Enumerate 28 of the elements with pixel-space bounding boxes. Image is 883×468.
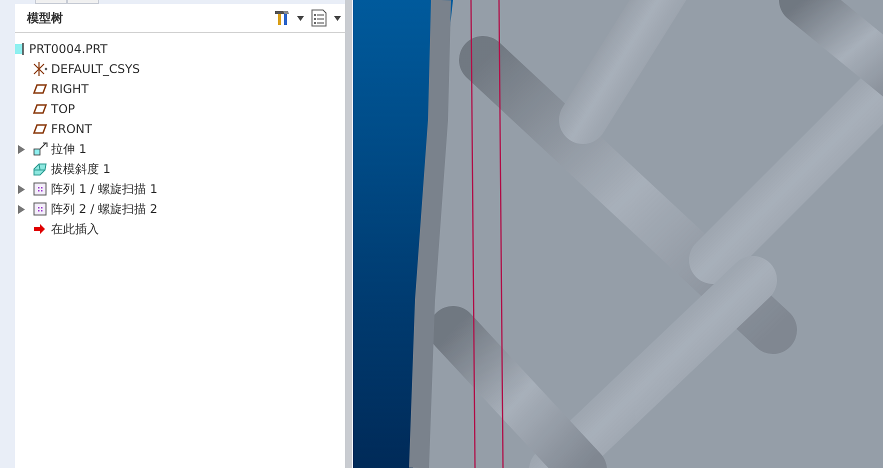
part-icon [15, 43, 25, 55]
tree-item[interactable]: FRONT [51, 122, 92, 136]
tree-item[interactable]: 阵列 2 / 螺旋扫描 2 [51, 200, 158, 218]
draft-icon [32, 162, 48, 176]
tree-item[interactable]: 阵列 1 / 螺旋扫描 1 [51, 180, 158, 198]
tree-item[interactable]: RIGHT [51, 82, 89, 96]
pattern-icon [33, 202, 47, 216]
tree-item[interactable]: 拔模斜度 1 [51, 160, 110, 178]
expand-arrow-icon[interactable] [18, 144, 25, 154]
tree-item[interactable]: 拉伸 1 [51, 140, 86, 158]
caret-icon[interactable] [297, 16, 304, 20]
caret-icon[interactable] [334, 16, 341, 20]
tree-item[interactable]: 在此插入 [51, 220, 99, 238]
datum-plane-icon [33, 104, 47, 114]
coordinate-system-icon [32, 62, 48, 76]
arrow-icon [34, 224, 46, 234]
datum-plane-icon [33, 84, 47, 94]
list-settings-icon[interactable] [310, 9, 328, 27]
extrude-icon [32, 142, 48, 156]
tools-icon[interactable] [273, 9, 291, 27]
tree-item[interactable]: PRT0004.PRT [29, 42, 108, 56]
pattern-icon [33, 182, 47, 196]
panel-title: 模型树 [27, 10, 63, 26]
tree-item[interactable]: TOP [51, 102, 76, 116]
expand-arrow-icon[interactable] [18, 184, 25, 194]
tree-item[interactable]: DEFAULT_CSYS [51, 62, 140, 76]
datum-plane-icon [33, 124, 47, 134]
expand-arrow-icon[interactable] [18, 204, 25, 214]
